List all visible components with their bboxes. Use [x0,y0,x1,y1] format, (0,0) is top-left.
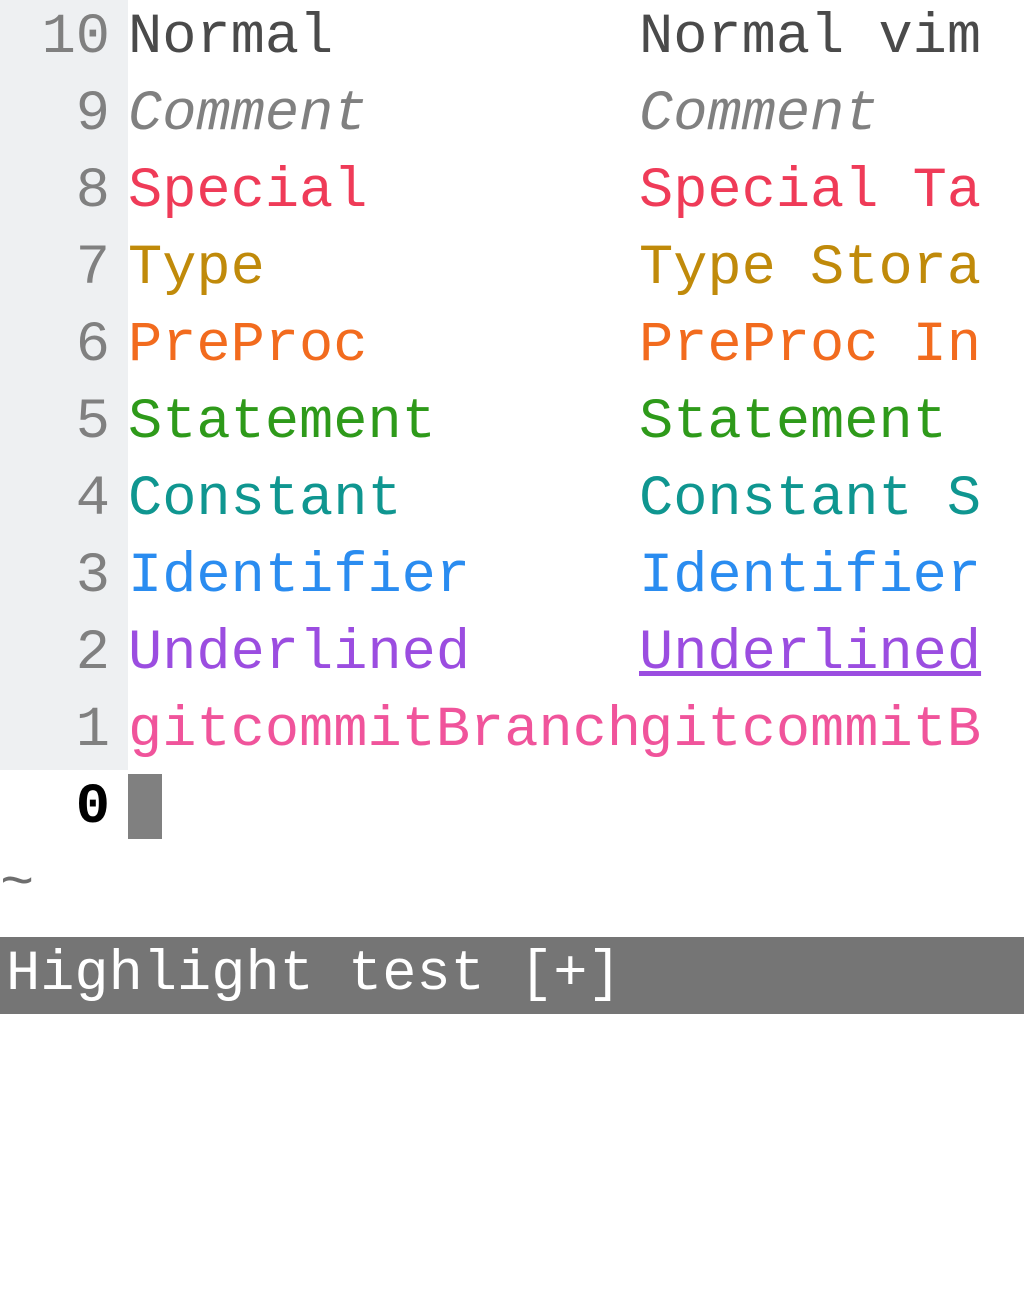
editor-line[interactable]: 7TypeType Stora [0,231,1024,308]
highlight-group-name: Special [128,154,639,231]
highlight-group-sample: PreProc In [639,314,981,378]
editor-line[interactable]: 8SpecialSpecial Ta [0,154,1024,231]
line-number: 1 [0,693,128,770]
line-content[interactable]: SpecialSpecial Ta [128,154,1024,231]
highlight-group-name: gitcommitBranch [128,693,639,770]
editor-buffer[interactable]: 10NormalNormal vim9CommentComment8Specia… [0,0,1024,924]
line-number-current: 0 [0,770,128,847]
highlight-group-name: Comment [128,77,639,154]
highlight-group-name: Constant [128,462,639,539]
line-number: 6 [0,308,128,385]
editor-line[interactable]: 4ConstantConstant S [0,462,1024,539]
editor-line[interactable]: 1gitcommitBranch gitcommitB [0,693,1024,770]
editor-line[interactable]: 6PreProcPreProc In [0,308,1024,385]
line-content[interactable]: TypeType Stora [128,231,1024,308]
line-number: 4 [0,462,128,539]
line-content[interactable]: ConstantConstant S [128,462,1024,539]
cursor-icon [128,774,162,839]
line-content[interactable] [128,770,1024,847]
editor-line[interactable]: 9CommentComment [0,77,1024,154]
highlight-group-name: Normal [128,0,639,77]
line-content[interactable]: IdentifierIdentifier [128,539,1024,616]
line-number: 8 [0,154,128,231]
line-number: 7 [0,231,128,308]
highlight-group-sample: Identifier [639,545,981,609]
line-content[interactable]: PreProcPreProc In [128,308,1024,385]
highlight-group-sample: gitcommitB [639,699,981,763]
highlight-group-name: Type [128,231,639,308]
highlight-group-sample: Type Stora [639,237,981,301]
line-number: 5 [0,385,128,462]
highlight-group-name: Underlined [128,616,639,693]
line-number: 9 [0,77,128,154]
editor-line-current[interactable]: 0 [0,770,1024,847]
line-number: 10 [0,0,128,77]
editor-line[interactable]: 5StatementStatement [0,385,1024,462]
highlight-group-sample: Constant S [639,468,981,532]
highlight-group-sample: Comment [639,83,878,147]
highlight-group-sample: Underlined [639,622,981,686]
editor-line[interactable]: 3IdentifierIdentifier [0,539,1024,616]
status-line: Highlight test [+] [0,937,1024,1014]
highlight-group-sample: Special Ta [639,160,981,224]
highlight-group-sample: Statement [639,391,981,455]
line-content[interactable]: NormalNormal vim [128,0,1024,77]
editor-line[interactable]: 10NormalNormal vim [0,0,1024,77]
line-number: 2 [0,616,128,693]
highlight-group-sample: Normal vim [639,6,981,70]
buffer-end-line: ~ [0,847,1024,924]
highlight-group-name: Identifier [128,539,639,616]
line-number: 3 [0,539,128,616]
line-content[interactable]: UnderlinedUnderlined [128,616,1024,693]
line-content[interactable]: CommentComment [128,77,1024,154]
highlight-group-name: Statement [128,385,639,462]
tilde-icon: ~ [0,847,34,924]
status-line-text: Highlight test [+] [6,937,622,1014]
editor-line[interactable]: 2UnderlinedUnderlined [0,616,1024,693]
line-content[interactable]: gitcommitBranch gitcommitB [128,693,1024,770]
highlight-group-name: PreProc [128,308,639,385]
line-content[interactable]: StatementStatement [128,385,1024,462]
